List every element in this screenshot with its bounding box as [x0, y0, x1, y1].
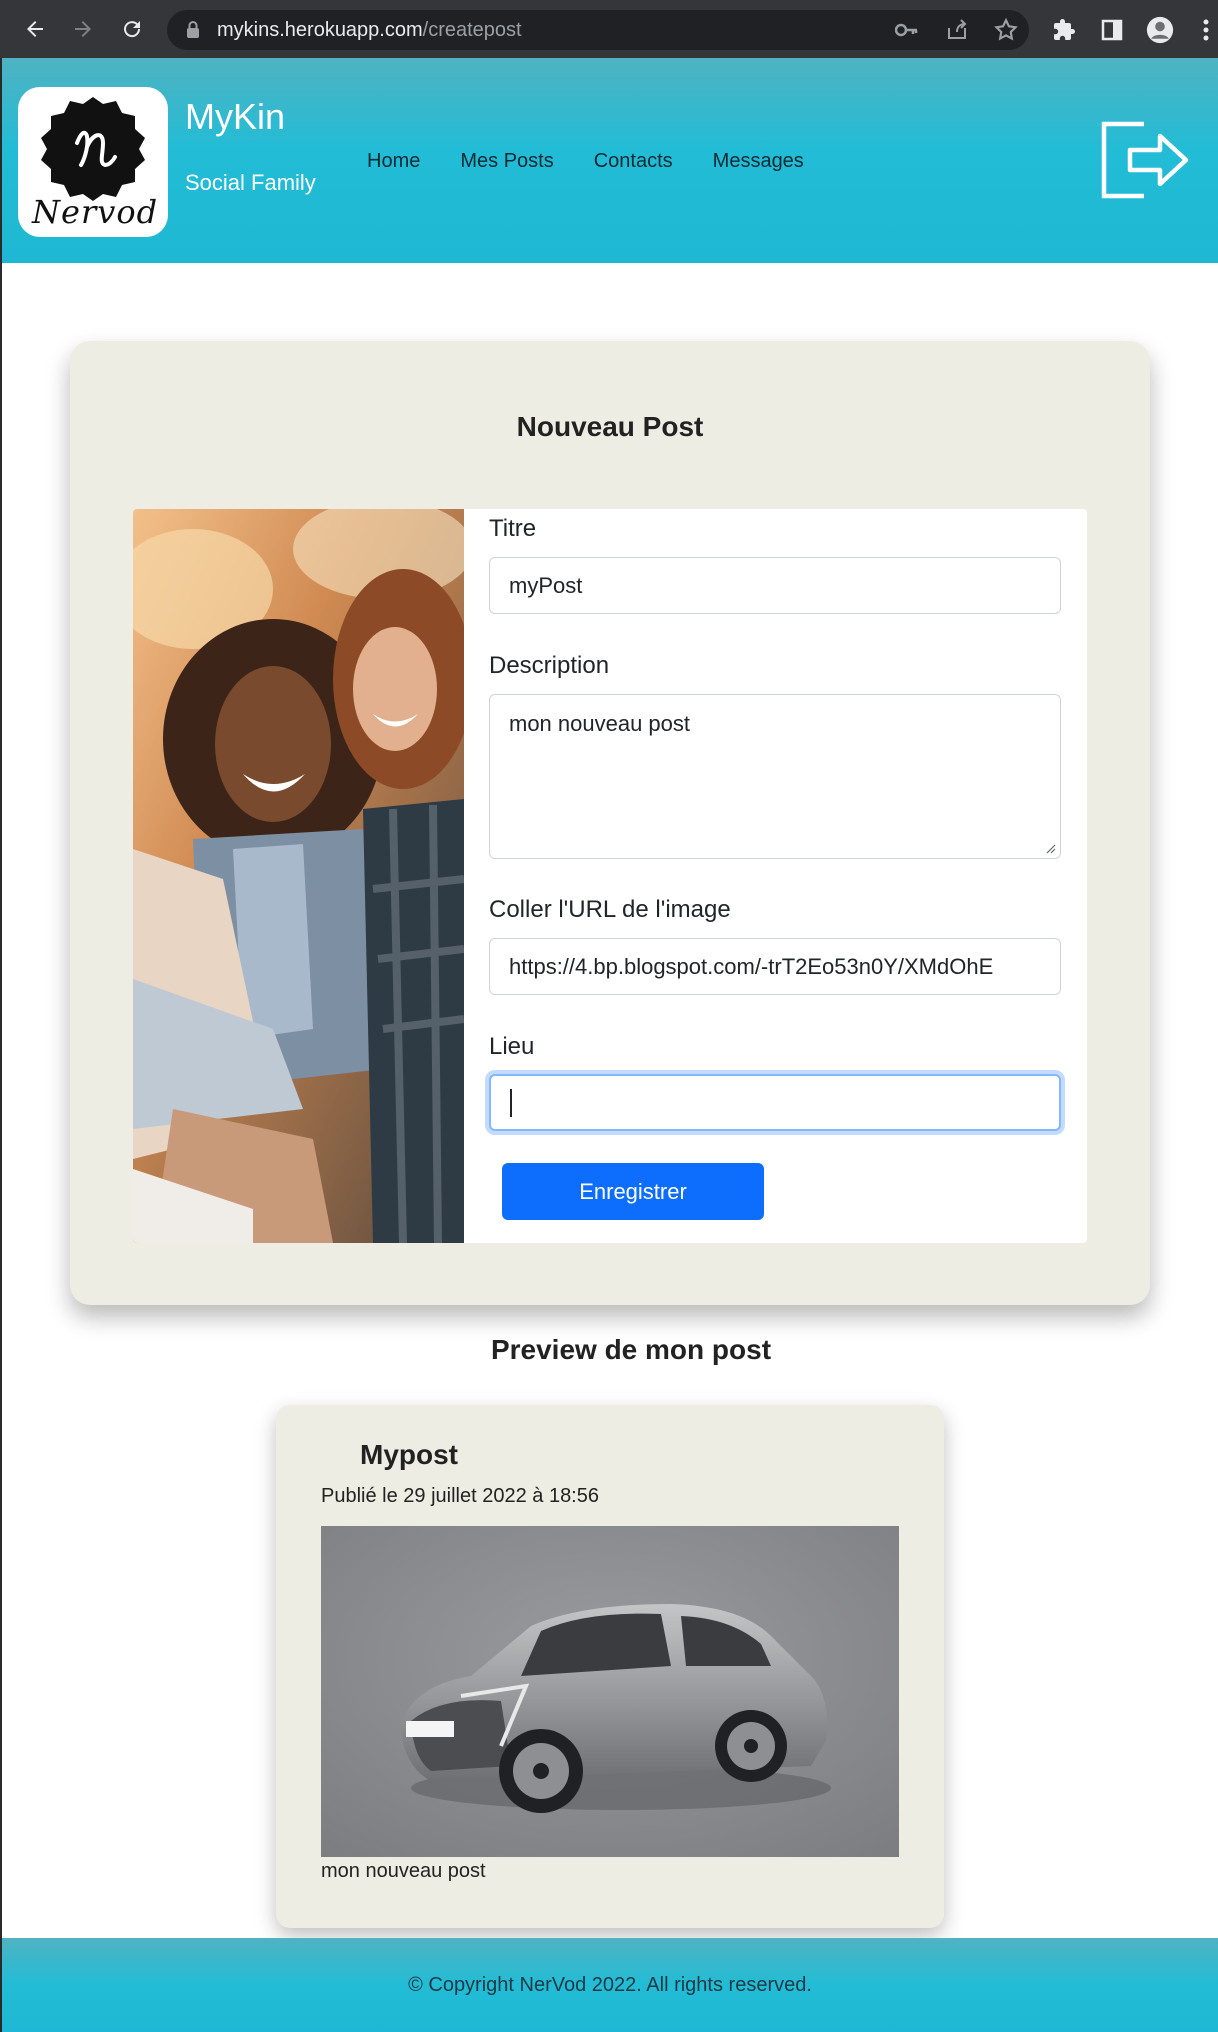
profile-avatar-icon[interactable]	[1146, 16, 1174, 44]
reload-icon[interactable]	[117, 14, 147, 44]
address-bar[interactable]: mykins.herokuapp.com/createpost	[167, 10, 1029, 50]
friends-photo	[133, 509, 464, 1243]
back-icon[interactable]	[20, 14, 50, 44]
sidepanel-icon[interactable]	[1098, 16, 1126, 44]
description-textarea[interactable]: mon nouveau post	[489, 694, 1061, 859]
copyright-text: © Copyright NerVod 2022. All rights rese…	[408, 1973, 812, 1996]
text-caret	[510, 1088, 512, 1117]
description-text: mon nouveau post	[509, 711, 691, 736]
logout-icon[interactable]	[1100, 120, 1192, 200]
lieu-input[interactable]	[489, 1074, 1061, 1131]
main-nav: Home Mes Posts Contacts Messages	[367, 150, 844, 173]
star-icon[interactable]	[993, 17, 1019, 48]
titre-input[interactable]: myPost	[489, 557, 1061, 614]
url-path: /createpost	[422, 18, 522, 41]
new-post-form: Titre myPost Description mon nouveau pos…	[133, 509, 1087, 1243]
url-host: mykins.herokuapp.com	[217, 18, 423, 41]
logo-script-text: Nervod	[32, 193, 159, 231]
key-icon[interactable]	[894, 20, 919, 45]
post-image	[321, 1526, 899, 1857]
window-edge	[0, 58, 2, 2032]
post-title: Mypost	[360, 1439, 458, 1470]
browser-toolbar: mykins.herokuapp.com/createpost	[0, 0, 1218, 58]
nav-home[interactable]: Home	[367, 150, 420, 173]
share-icon[interactable]	[945, 18, 969, 47]
description-label: Description	[489, 652, 610, 679]
nav-contacts[interactable]: Contacts	[594, 150, 673, 173]
post-preview-card: Mypost Publié le 29 juillet 2022 à 18:56	[276, 1405, 944, 1928]
nav-messages[interactable]: Messages	[713, 150, 804, 173]
post-description: mon nouveau post	[321, 1860, 486, 1882]
preview-heading: Preview de mon post	[490, 1334, 772, 1365]
post-date: Publié le 29 juillet 2022 à 18:56	[321, 1485, 599, 1507]
titre-label: Titre	[489, 515, 537, 542]
resize-grip-icon[interactable]	[1046, 844, 1056, 854]
new-post-card: Nouveau Post Titre myPost Description mo…	[70, 341, 1150, 1305]
lock-icon	[185, 20, 201, 45]
extensions-icon[interactable]	[1050, 16, 1078, 44]
enregistrer-button[interactable]: Enregistrer	[502, 1163, 764, 1220]
nav-mes-posts[interactable]: Mes Posts	[460, 150, 553, 173]
forward-icon[interactable]	[68, 14, 98, 44]
site-logo[interactable]: Nervod	[18, 87, 168, 237]
url-label: Coller l'URL de l'image	[489, 896, 731, 923]
image-url-input[interactable]: https://4.bp.blogspot.com/-trT2Eo53n0Y/X…	[489, 938, 1061, 995]
form-title: Nouveau Post	[516, 411, 704, 442]
kebab-menu-icon[interactable]	[1196, 16, 1216, 44]
brand-name: MyKin	[185, 96, 286, 137]
lieu-label: Lieu	[489, 1033, 535, 1060]
site-footer: © Copyright NerVod 2022. All rights rese…	[2, 1938, 1218, 2032]
brand-tagline: Social Family	[185, 170, 316, 195]
site-header: Nervod MyKin Social Family Home Mes Post…	[2, 58, 1218, 263]
